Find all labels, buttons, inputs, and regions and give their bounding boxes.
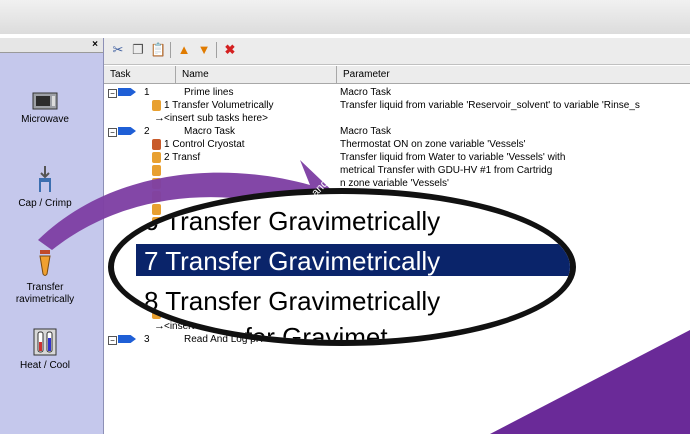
task-row[interactable]: 1 Transfer Volumetrically Transfer liquid… — [104, 99, 690, 112]
column-header-parameter[interactable]: Parameter — [337, 66, 690, 83]
paste-icon[interactable]: 📋 — [150, 42, 166, 58]
task-icon — [152, 139, 161, 150]
task-row[interactable]: metrical Transfer with GDU-HV #1 from Ca… — [104, 164, 690, 177]
task-palette: × Microwave Cap / Crimp Transfer ravimet… — [0, 38, 104, 434]
toolbar-separator — [170, 42, 171, 58]
palette-item-label: Microwave — [21, 114, 69, 125]
task-icon — [152, 165, 161, 176]
task-icon — [152, 178, 161, 189]
palette-header: × — [0, 38, 103, 53]
task-name: Macro Task — [184, 126, 235, 137]
palette-item-label: Transfer ravimetrically — [15, 282, 75, 305]
task-number: 2 — [144, 126, 150, 137]
title-bar — [0, 0, 690, 34]
macro-arrow-icon — [118, 335, 136, 343]
macro-arrow-icon — [118, 88, 136, 96]
cut-icon[interactable]: ✂ — [110, 42, 126, 58]
column-header-task[interactable]: Task — [104, 66, 176, 83]
column-header-name[interactable]: Name — [176, 66, 337, 83]
task-number: 3 — [144, 334, 150, 345]
tree-collapse-icon[interactable]: − — [108, 128, 117, 137]
task-row[interactable]: 1 Control Cryostat Thermostat ON on zone … — [104, 138, 690, 151]
task-name: <insert sub tasks here> — [164, 113, 268, 124]
task-parameter: Transfer liquid from variable 'Reservoir… — [340, 100, 640, 111]
transfer-gravimetric-icon — [39, 250, 51, 276]
copy-icon[interactable]: ❐ — [130, 42, 146, 58]
move-down-icon[interactable]: ▼ — [196, 42, 212, 58]
task-parameter: Macro Task — [340, 87, 391, 98]
task-name: 1 Transfer Volumetrically — [164, 100, 274, 111]
task-number: 1 — [144, 87, 150, 98]
tree-collapse-icon[interactable]: − — [108, 89, 117, 98]
task-name: 2 Transf — [164, 152, 201, 163]
task-toolbar: ✂ ❐ 📋 ▲ ▼ ✖ — [104, 38, 690, 65]
tree-collapse-icon[interactable]: − — [108, 336, 117, 345]
task-row[interactable]: 2 Transf Transfer liquid from Water to va… — [104, 151, 690, 164]
palette-item-microwave[interactable]: Microwave — [0, 92, 90, 126]
task-icon — [152, 100, 161, 111]
grid-header: Task Name Parameter — [104, 66, 690, 84]
task-parameter: Macro Task — [340, 126, 391, 137]
palette-item-label: Cap / Crimp — [18, 198, 72, 209]
toolbar-separator — [216, 42, 217, 58]
task-name: 1 Control Cryostat — [164, 139, 245, 150]
macro-task-row[interactable]: − 1 Prime lines Macro Task — [104, 86, 690, 99]
task-icon — [152, 152, 161, 163]
palette-item-label: Heat / Cool — [19, 360, 71, 371]
microwave-icon — [32, 92, 58, 110]
palette-item-cap-crimp[interactable]: Cap / Crimp — [0, 164, 90, 210]
task-parameter: metrical Transfer with GDU-HV #1 from Ca… — [340, 165, 553, 176]
move-up-icon[interactable]: ▲ — [176, 42, 192, 58]
insert-placeholder-row[interactable]: →<insert sub tasks here> — [104, 112, 690, 125]
macro-task-row[interactable]: − 2 Macro Task Macro Task — [104, 125, 690, 138]
close-icon[interactable]: × — [92, 38, 98, 52]
thermometer-icon — [33, 328, 57, 356]
app-window: × Microwave Cap / Crimp Transfer ravimet… — [0, 0, 690, 434]
task-row[interactable]: n zone variable 'Vessels' — [104, 177, 690, 190]
task-icon — [152, 191, 161, 202]
zoom-lens: 6 Transfer Gravimetrically 7 Transfer Gr… — [108, 188, 576, 346]
macro-arrow-icon — [118, 127, 136, 135]
palette-item-transfer-gravimetric[interactable]: Transfer ravimetrically — [0, 248, 90, 306]
cap-crimp-icon — [39, 166, 51, 192]
task-parameter: Transfer liquid from Water to variable '… — [340, 152, 566, 163]
task-name: Prime lines — [184, 87, 234, 98]
delete-icon[interactable]: ✖ — [222, 42, 238, 58]
lens-row-8: 8 Transfer Gravimetrically — [144, 286, 441, 316]
task-parameter: Thermostat ON on zone variable 'Vessels' — [340, 139, 526, 150]
lens-row-7[interactable]: 7 Transfer Gravimetrically — [144, 246, 440, 276]
palette-item-heat-cool[interactable]: Heat / Cool — [0, 328, 90, 372]
